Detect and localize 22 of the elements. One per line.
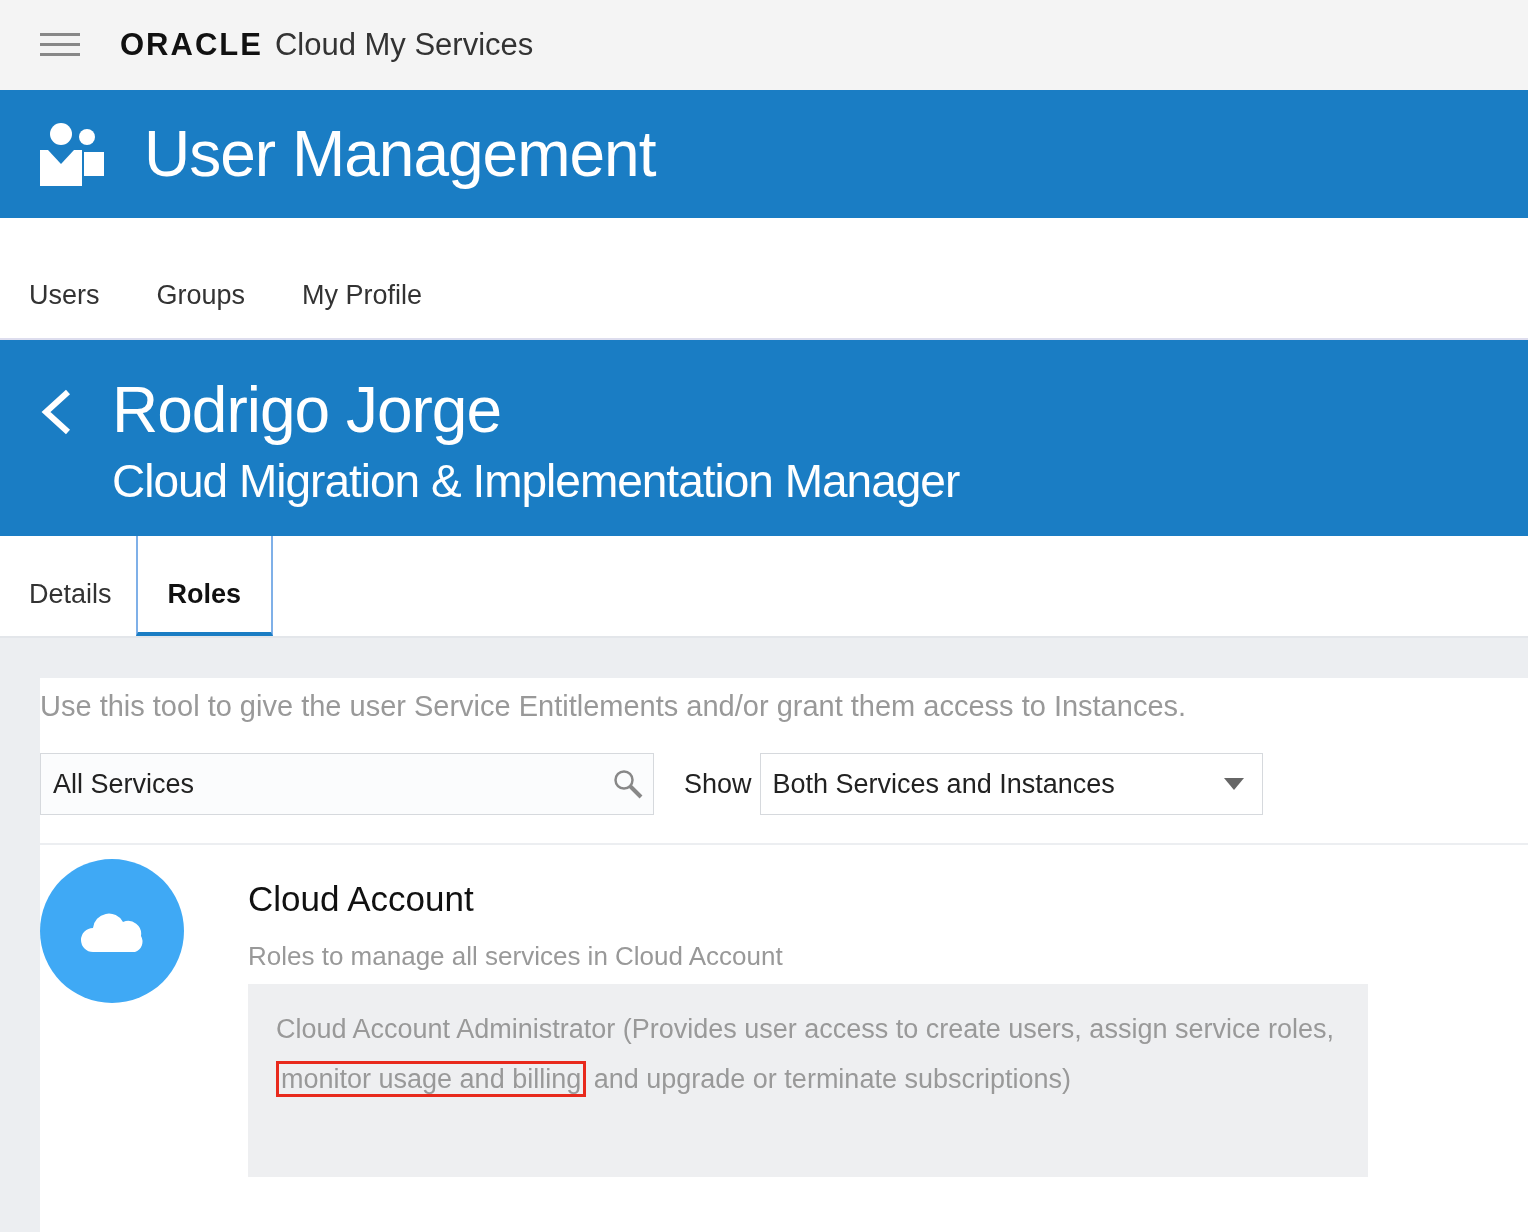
service-title: Cloud Account — [248, 879, 475, 919]
search-icon — [613, 769, 643, 799]
tab[interactable]: Roles — [135, 536, 274, 636]
show-dropdown[interactable]: Both Services and Instances — [759, 753, 1263, 815]
caret-icon — [1223, 778, 1244, 790]
back-icon[interactable] — [40, 388, 72, 436]
nav-link[interactable]: My Profile — [302, 280, 423, 316]
role-description: Cloud Account Administrator (Provides user access to create users, assign service roles, monitor usage and billing and upgrade or terminate subscriptions) — [276, 1004, 1340, 1104]
user-name: Rodrigo Jorge — [112, 373, 502, 448]
page-title: User Management — [144, 117, 656, 191]
users-icon — [40, 122, 104, 186]
nav-link[interactable]: Groups — [156, 280, 246, 316]
nav-link[interactable]: Users — [29, 280, 100, 316]
show-label: Show — [684, 768, 752, 800]
service-subtitle: Roles to manage all services in Cloud Account — [248, 941, 784, 972]
intro-text: Use this tool to give the user Service Entitlements and/or grant them access to Instances. — [40, 689, 1188, 723]
menu-icon[interactable] — [40, 32, 80, 58]
app-title: Cloud My Services — [274, 27, 534, 63]
oracle-logo: ORACLE — [120, 27, 263, 63]
tab[interactable]: Details — [29, 536, 112, 636]
user-role: Cloud Migration & Implementation Manager — [112, 454, 960, 508]
search-field[interactable]: All Services — [40, 753, 654, 815]
